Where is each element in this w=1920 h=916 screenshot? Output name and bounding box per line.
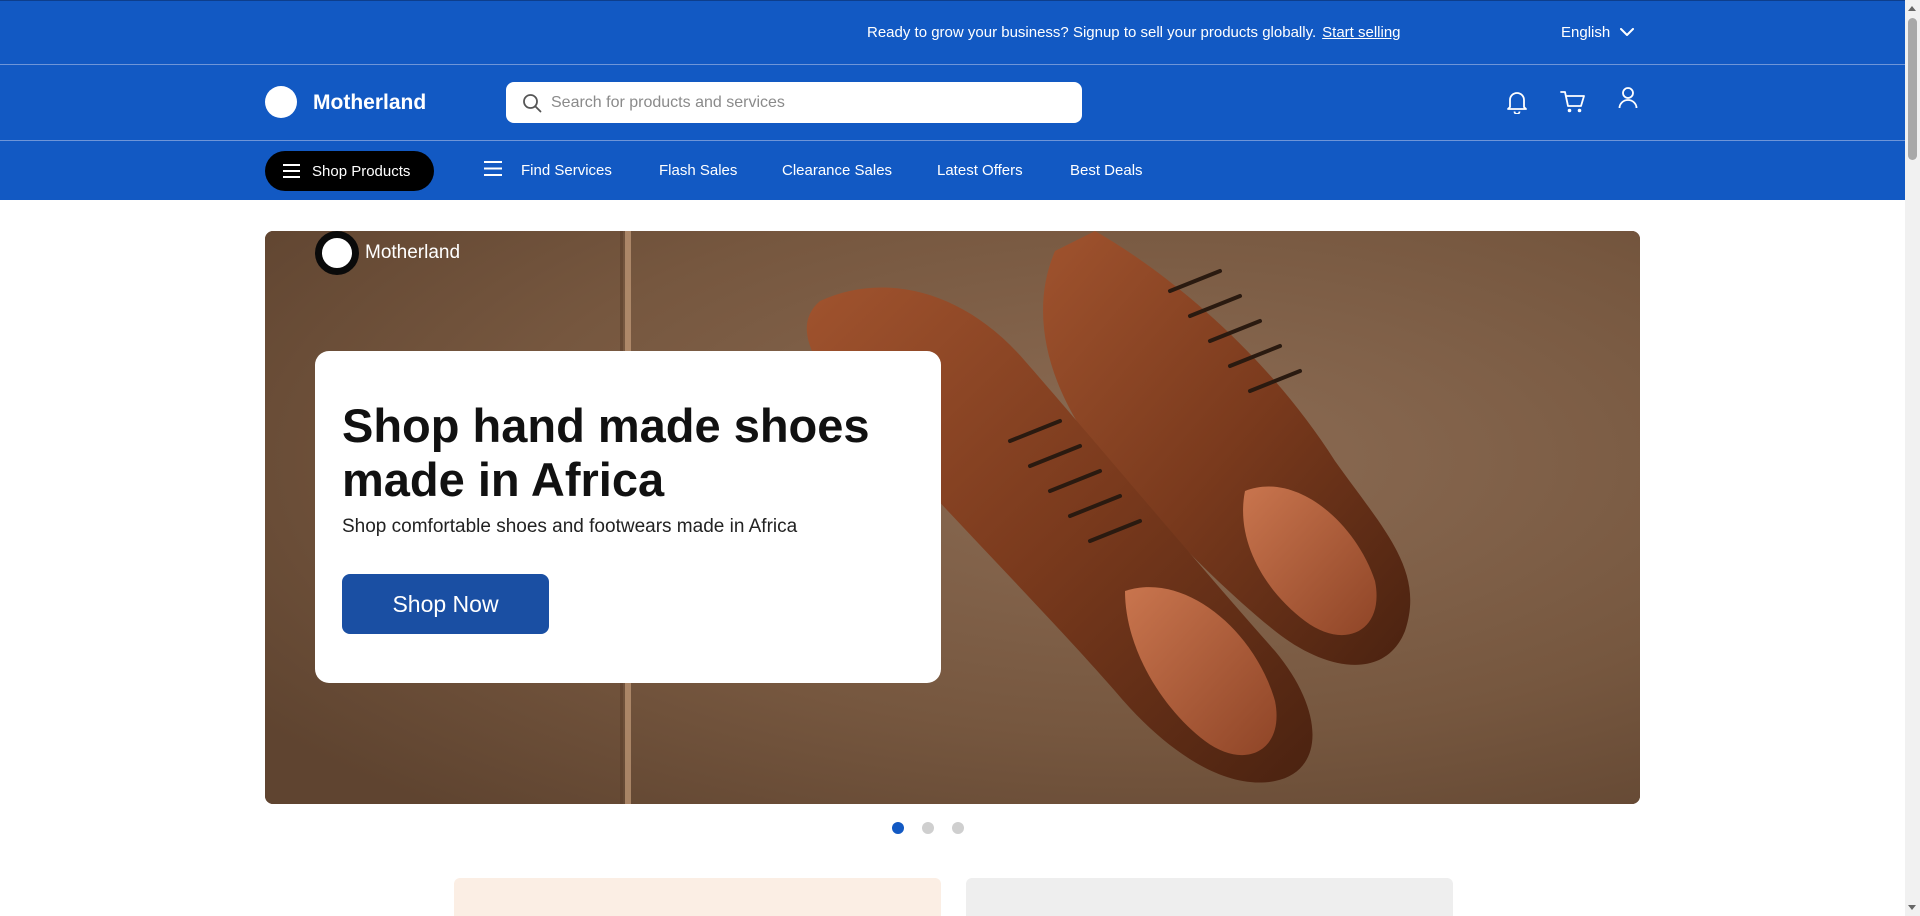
- scroll-down-arrow-icon[interactable]: [1908, 905, 1916, 910]
- shop-products-button[interactable]: Shop Products: [265, 151, 434, 191]
- menu-icon: [283, 164, 300, 178]
- promo-card-left[interactable]: [454, 878, 941, 916]
- hero-subtitle: Shop comfortable shoes and footwears mad…: [342, 516, 798, 537]
- user-icon: [1618, 87, 1638, 109]
- account-button[interactable]: [1614, 84, 1642, 112]
- hero-banner[interactable]: Motherland Shop hand made shoes made in …: [265, 231, 1640, 804]
- scrollbar-thumb[interactable]: [1908, 18, 1917, 160]
- carousel-dot-2[interactable]: [922, 822, 934, 834]
- hero-card: Shop hand made shoes made in Africa Shop…: [315, 351, 941, 683]
- promo-card-right[interactable]: [966, 878, 1453, 916]
- shop-products-label: Shop Products: [312, 162, 411, 180]
- announcement: Ready to grow your business? Signup to s…: [867, 24, 1401, 41]
- nav-find-services[interactable]: Find Services: [521, 162, 612, 179]
- category-nav: Shop Products Find Services Flash Sales …: [0, 141, 1905, 200]
- hero-title: Shop hand made shoes made in Africa: [342, 399, 870, 506]
- hero-brand-name: Motherland: [365, 242, 461, 263]
- chevron-down-icon: [1620, 28, 1635, 36]
- brand-logo-icon[interactable]: [265, 86, 297, 118]
- vertical-scrollbar[interactable]: [1905, 0, 1920, 916]
- brand-logo-icon: [315, 231, 359, 275]
- search-input[interactable]: [551, 93, 1051, 112]
- scroll-up-arrow-icon[interactable]: [1908, 6, 1916, 11]
- announcement-text: Ready to grow your business? Signup to s…: [867, 24, 1317, 41]
- nav-flash-sales[interactable]: Flash Sales: [659, 162, 737, 179]
- page: Ready to grow your business? Signup to s…: [0, 0, 1905, 916]
- carousel-dot-3[interactable]: [952, 822, 964, 834]
- search-bar[interactable]: [506, 82, 1082, 123]
- hero-brand: Motherland: [315, 231, 460, 275]
- nav-clearance-sales[interactable]: Clearance Sales: [782, 162, 892, 179]
- menu-icon[interactable]: [484, 161, 502, 176]
- carousel-dot-1[interactable]: [892, 822, 904, 834]
- carousel-dots: [892, 822, 964, 834]
- search-icon: [523, 93, 542, 112]
- announcement-bar: Ready to grow your business? Signup to s…: [0, 0, 1905, 65]
- start-selling-link[interactable]: Start selling: [1322, 24, 1400, 41]
- language-label: English: [1561, 24, 1611, 41]
- cart-icon: [1560, 91, 1585, 113]
- shop-now-button[interactable]: Shop Now: [342, 574, 549, 634]
- language-selector[interactable]: English: [1561, 24, 1635, 41]
- notifications-button[interactable]: [1503, 88, 1531, 116]
- nav-latest-offers[interactable]: Latest Offers: [937, 162, 1023, 179]
- main-header: Motherland: [0, 65, 1905, 141]
- brand-name[interactable]: Motherland: [313, 91, 426, 115]
- cart-button[interactable]: [1559, 88, 1587, 116]
- bell-icon: [1507, 92, 1527, 114]
- nav-best-deals[interactable]: Best Deals: [1070, 162, 1143, 179]
